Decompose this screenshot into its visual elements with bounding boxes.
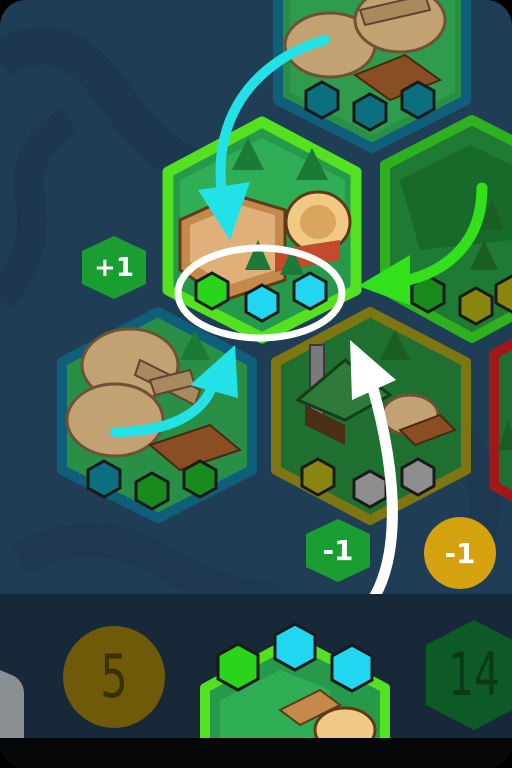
far-right-tile[interactable] (489, 338, 512, 502)
minus-one-gold-badge-text: -1 (444, 536, 476, 570)
left-counter-value: 5 (100, 642, 128, 712)
screen-bottom-edge (0, 738, 512, 768)
minus-one-green-badge-text: -1 (322, 534, 354, 567)
left-card-edge[interactable] (0, 670, 24, 740)
right-counter-value: 14 (448, 640, 500, 710)
plus-one-badge-text: +1 (94, 252, 134, 283)
game-screen: +1 -1 -1 5 14 (0, 0, 512, 768)
